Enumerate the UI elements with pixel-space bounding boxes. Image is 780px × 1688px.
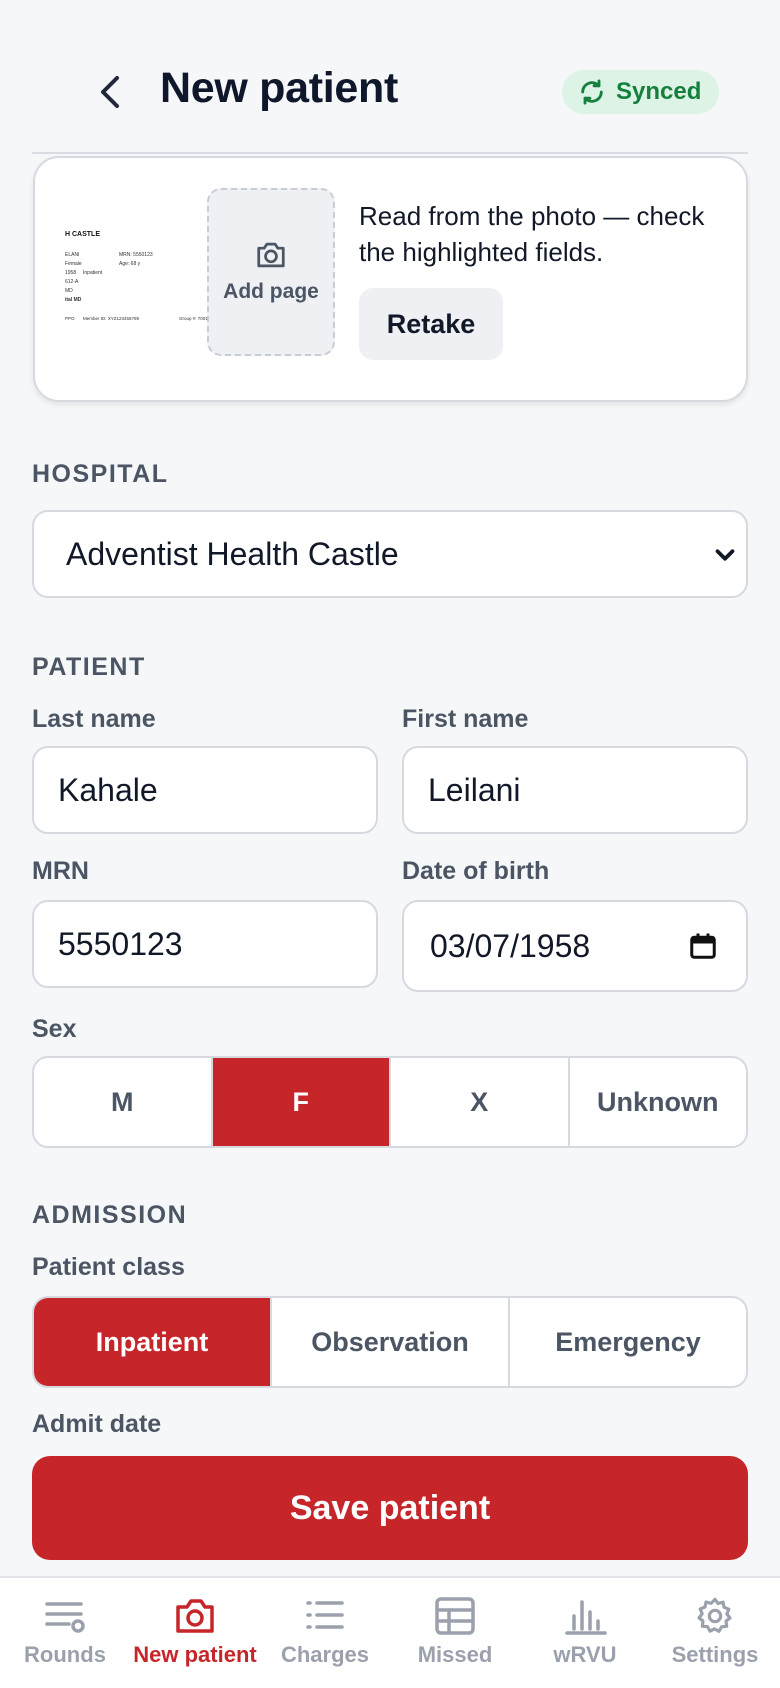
sex-option-unknown[interactable]: Unknown	[570, 1058, 747, 1146]
bottom-tab-bar: Rounds New patient Charges Missed wRVU S…	[0, 1576, 780, 1688]
scan-review-note: Read from the photo — check the highligh…	[359, 201, 705, 267]
tab-rounds-label: Rounds	[24, 1642, 106, 1667]
hospital-select[interactable]: Adventist Health Castle	[32, 510, 748, 598]
thumb-line6: MD	[65, 288, 73, 294]
back-button[interactable]	[90, 70, 130, 114]
patient-class-label: Patient class	[32, 1253, 185, 1281]
sex-option-x[interactable]: X	[391, 1058, 570, 1146]
tab-wrvu[interactable]: wRVU	[520, 1578, 650, 1688]
rounds-list-icon	[45, 1602, 85, 1633]
last-name-value: Kahale	[58, 771, 158, 808]
hospital-section-label: HOSPITAL	[32, 460, 169, 488]
bar-chart-icon	[565, 1600, 607, 1635]
thumb-line8a: PPO	[65, 316, 75, 321]
tab-charges[interactable]: Charges	[260, 1578, 390, 1688]
tab-rounds[interactable]: Rounds	[0, 1578, 130, 1688]
admit-date-label: Admit date	[32, 1410, 162, 1438]
scan-preview-card: H CASTLE ELANI MRN: 5550123 Female Age: …	[33, 156, 748, 402]
tab-settings-label: Settings	[671, 1642, 759, 1667]
thumb-line8b: Member ID: XYZ123456789	[83, 316, 140, 321]
retake-button[interactable]: Retake	[359, 288, 503, 360]
thumb-line5: 612-A	[65, 279, 79, 285]
first-name-value: Leilani	[428, 771, 521, 808]
add-page-button[interactable]: Add page	[207, 188, 335, 356]
hospital-selected-value: Adventist Health Castle	[66, 535, 399, 572]
first-name-label: First name	[402, 705, 529, 733]
sync-icon	[581, 79, 603, 105]
calendar-icon[interactable]	[688, 930, 718, 962]
camera-icon	[257, 242, 285, 268]
tab-charges-label: Charges	[280, 1642, 370, 1667]
sex-option-m[interactable]: M	[34, 1058, 213, 1146]
thumb-line2a: ELANI	[65, 252, 79, 258]
page-title: New patient	[160, 64, 399, 112]
class-option-inpatient[interactable]: Inpatient	[34, 1298, 272, 1386]
tab-new-patient-label: New patient	[133, 1642, 257, 1667]
dob-value: 03/07/1958	[430, 927, 591, 964]
list-icon	[306, 1601, 344, 1629]
class-option-observation[interactable]: Observation	[272, 1298, 510, 1386]
thumb-line1: H CASTLE	[65, 231, 100, 238]
mrn-input[interactable]: 5550123	[32, 900, 378, 988]
dob-input[interactable]: 03/07/1958	[402, 900, 748, 992]
thumb-line3a: Female	[65, 261, 82, 267]
mrn-label: MRN	[32, 857, 89, 885]
thumb-line8c: Group #: 70012	[179, 316, 211, 321]
sync-status-label: Synced	[616, 78, 702, 105]
thumb-line7: ital MD	[65, 297, 82, 303]
sex-option-f[interactable]: F	[212, 1058, 391, 1146]
thumb-line4a: 1958	[65, 270, 76, 276]
admission-section-label: ADMISSION	[32, 1201, 188, 1229]
tab-missed-label: Missed	[417, 1642, 493, 1667]
class-option-emergency[interactable]: Emergency	[510, 1298, 746, 1386]
add-page-label: Add page	[223, 280, 319, 303]
mrn-value: 5550123	[58, 925, 183, 962]
first-name-input[interactable]: Leilani	[402, 746, 748, 834]
thumb-line2b: MRN: 5550123	[119, 252, 153, 258]
scanned-document-thumbnail[interactable]: H CASTLE ELANI MRN: 5550123 Female Age: …	[63, 188, 223, 378]
chevron-left-icon	[101, 76, 119, 108]
sex-label: Sex	[32, 1015, 77, 1043]
tab-missed[interactable]: Missed	[390, 1578, 520, 1688]
table-icon	[435, 1597, 475, 1635]
patient-section-label: PATIENT	[32, 653, 146, 681]
header-divider	[32, 152, 748, 154]
tab-new-patient[interactable]: New patient	[130, 1578, 260, 1688]
save-patient-button[interactable]: Save patient	[32, 1456, 748, 1560]
gear-icon	[697, 1597, 732, 1633]
tab-wrvu-label: wRVU	[553, 1642, 617, 1667]
tab-settings[interactable]: Settings	[650, 1578, 780, 1688]
camera-icon	[176, 1599, 214, 1633]
patient-class-segmented-control: Inpatient Observation Emergency	[32, 1296, 748, 1388]
last-name-input[interactable]: Kahale	[32, 746, 378, 834]
thumb-line3b: Age: 68 y	[119, 261, 141, 267]
chevron-down-icon	[715, 549, 735, 561]
dob-label: Date of birth	[402, 857, 550, 885]
sync-status-badge: Synced	[562, 70, 720, 114]
last-name-label: Last name	[32, 705, 156, 733]
thumb-line4b: Inpatient	[83, 270, 103, 276]
sex-segmented-control: M F X Unknown	[32, 1056, 748, 1148]
header: New patient Synced	[0, 0, 780, 154]
